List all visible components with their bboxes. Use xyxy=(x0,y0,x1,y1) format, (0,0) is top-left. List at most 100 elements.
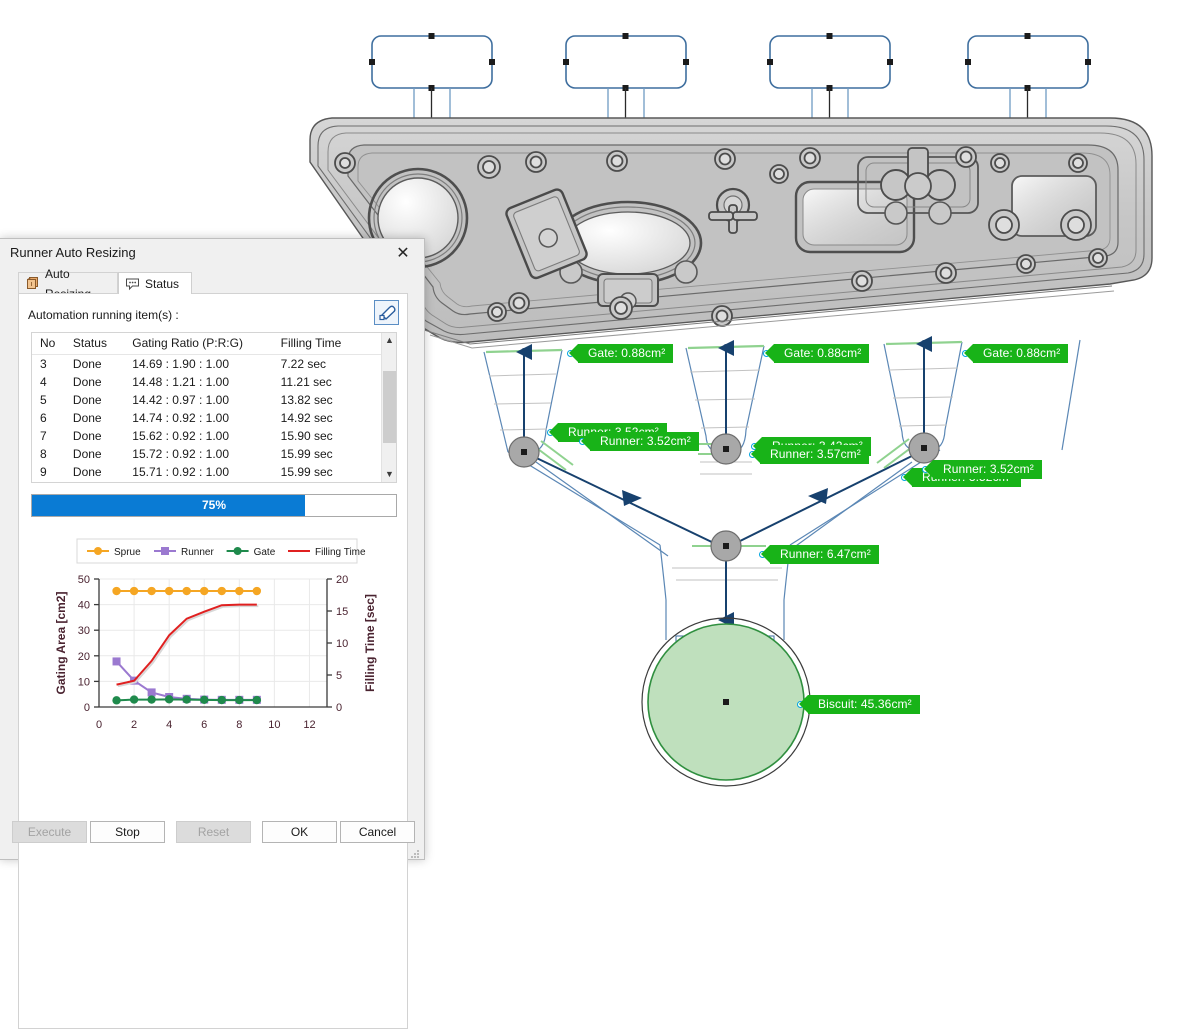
dialog-title: Runner Auto Resizing xyxy=(10,245,136,260)
cell-no: 7 xyxy=(40,429,47,443)
cell-time: 7.22 sec xyxy=(280,357,327,371)
svg-text:40: 40 xyxy=(78,600,90,612)
table-row[interactable]: 3 Done 14.69 : 1.90 : 1.00 7.22 sec xyxy=(32,355,383,374)
tabstrip[interactable]: Auto Resizing Status xyxy=(18,267,408,301)
cell-time: 11.21 sec xyxy=(280,375,332,389)
automation-items-label: Automation running item(s) : xyxy=(28,308,179,322)
callout-runner-3[interactable]: Runner: 3.52cm² xyxy=(924,460,1042,479)
callout-gate-3[interactable]: Gate: 0.88cm² xyxy=(963,344,1069,363)
resize-grip-icon[interactable] xyxy=(410,846,420,858)
table-row[interactable]: 9 Done 15.71 : 0.92 : 1.00 15.99 sec xyxy=(32,463,383,481)
svg-text:0: 0 xyxy=(96,719,102,731)
pencil-edit-icon[interactable] xyxy=(374,300,399,325)
cell-ratio: 14.74 : 0.92 : 1.00 xyxy=(132,411,230,425)
svg-text:15: 15 xyxy=(336,606,348,618)
svg-text:0: 0 xyxy=(336,702,342,714)
svg-text:20: 20 xyxy=(336,574,348,586)
tab-status[interactable]: Status xyxy=(118,272,192,294)
cell-time: 15.99 sec xyxy=(280,447,333,461)
cell-ratio: 15.71 : 0.92 : 1.00 xyxy=(132,465,230,479)
svg-text:10: 10 xyxy=(78,676,90,688)
column-header-time: Filling Time xyxy=(280,333,383,355)
cancel-button[interactable]: Cancel xyxy=(340,821,415,843)
tab-auto-resizing[interactable]: Auto Resizing xyxy=(18,267,118,301)
callout-runner-1b[interactable]: Runner: 3.52cm² xyxy=(581,432,699,451)
ok-button[interactable]: OK xyxy=(262,821,337,843)
callout-gate-2[interactable]: Gate: 0.88cm² xyxy=(764,344,870,363)
table-scrollbar[interactable]: ▲ ▼ xyxy=(381,333,396,482)
cell-ratio: 15.62 : 0.92 : 1.00 xyxy=(132,429,230,443)
svg-text:0: 0 xyxy=(84,702,90,714)
svg-text:8: 8 xyxy=(236,719,242,731)
svg-text:5: 5 xyxy=(336,670,342,682)
reset-button: Reset xyxy=(176,821,251,843)
svg-text:Sprue: Sprue xyxy=(114,547,141,558)
svg-text:12: 12 xyxy=(303,719,315,731)
cell-time: 14.92 sec xyxy=(280,411,333,425)
cell-status: Done xyxy=(72,411,102,425)
cell-status: Done xyxy=(72,465,102,479)
cell-status: Done xyxy=(72,375,102,389)
tab-status-label: Status xyxy=(145,276,180,291)
callout-runner-main[interactable]: Runner: 6.47cm² xyxy=(761,545,879,564)
svg-text:10: 10 xyxy=(268,719,280,731)
callout-gate-1[interactable]: Gate: 0.88cm² xyxy=(568,344,674,363)
cell-status: Done xyxy=(72,393,102,407)
runner-node-group xyxy=(508,432,940,562)
cell-time: 13.82 sec xyxy=(280,393,333,407)
chevron-up-icon[interactable]: ▲ xyxy=(382,333,396,348)
cell-status: Done xyxy=(72,447,102,461)
cavity-outline-4 xyxy=(965,33,1091,130)
svg-text:50: 50 xyxy=(78,574,90,586)
gating-area-chart: Sprue Runner Gate Filling Time 0 10 20 30 40 50 0 5… xyxy=(49,537,389,752)
speech-bubble-icon xyxy=(125,276,140,291)
cell-status: Done xyxy=(72,429,102,443)
svg-text:Runner: Runner xyxy=(181,547,214,558)
cell-status: Done xyxy=(72,357,102,371)
scrollbar-thumb[interactable] xyxy=(383,371,396,443)
svg-text:10: 10 xyxy=(336,638,348,650)
copy-pages-icon xyxy=(25,276,40,291)
table-row[interactable]: 5 Done 14.42 : 0.97 : 1.00 13.82 sec xyxy=(32,391,383,409)
cell-ratio: 14.42 : 0.97 : 1.00 xyxy=(132,393,230,407)
svg-text:30: 30 xyxy=(78,625,90,637)
column-header-no: No xyxy=(32,333,73,355)
dialog-button-row: Execute Stop Reset OK Cancel xyxy=(0,821,425,843)
close-icon[interactable]: ✕ xyxy=(388,242,418,266)
svg-text:2: 2 xyxy=(131,719,137,731)
automation-items-table[interactable]: No Status Gating Ratio (P:R:G) Filling T… xyxy=(31,332,397,483)
column-header-status: Status xyxy=(72,333,133,355)
cell-no: 4 xyxy=(40,375,47,389)
cell-no: 5 xyxy=(40,393,47,407)
cell-ratio: 14.48 : 1.21 : 1.00 xyxy=(132,375,230,389)
table-row[interactable]: 4 Done 14.48 : 1.21 : 1.00 11.21 sec xyxy=(32,373,383,391)
cell-no: 6 xyxy=(40,411,47,425)
runner-auto-resizing-dialog[interactable]: Runner Auto Resizing ✕ Auto Resizing xyxy=(0,238,425,1029)
cavity-outline-2 xyxy=(563,33,689,130)
stop-button[interactable]: Stop xyxy=(90,821,165,843)
callout-runner-2[interactable]: Runner: 3.57cm² xyxy=(751,445,869,464)
progress-bar: 75% xyxy=(31,494,397,517)
cell-time: 15.90 sec xyxy=(280,429,333,443)
chevron-down-icon[interactable]: ▼ xyxy=(382,467,396,482)
cavity-outline-3 xyxy=(767,33,893,130)
svg-text:Filling Time [sec]: Filling Time [sec] xyxy=(363,594,377,692)
cavity-outline-group xyxy=(369,33,1091,130)
svg-text:Gate: Gate xyxy=(254,547,276,558)
cell-time: 15.99 sec xyxy=(280,465,333,479)
column-header-ratio: Gating Ratio (P:R:G) xyxy=(132,333,281,355)
progress-label: 75% xyxy=(201,498,227,512)
svg-text:Gating Area [cm2]: Gating Area [cm2] xyxy=(54,592,68,695)
cell-no: 3 xyxy=(40,357,47,371)
svg-text:Filling Time: Filling Time xyxy=(315,547,366,558)
molded-part-3d-model xyxy=(309,117,1153,349)
table-row[interactable]: 6 Done 14.74 : 0.92 : 1.00 14.92 sec xyxy=(32,409,383,427)
svg-text:6: 6 xyxy=(201,719,207,731)
execute-button: Execute xyxy=(12,821,87,843)
cell-ratio: 14.69 : 1.90 : 1.00 xyxy=(132,357,230,371)
table-row[interactable]: 8 Done 15.72 : 0.92 : 1.00 15.99 sec xyxy=(32,445,383,463)
callout-biscuit[interactable]: Biscuit: 45.36cm² xyxy=(799,695,920,714)
cell-no: 8 xyxy=(40,447,47,461)
table-row[interactable]: 7 Done 15.62 : 0.92 : 1.00 15.90 sec xyxy=(32,427,383,445)
table-header-row: No Status Gating Ratio (P:R:G) Filling T… xyxy=(32,333,383,355)
